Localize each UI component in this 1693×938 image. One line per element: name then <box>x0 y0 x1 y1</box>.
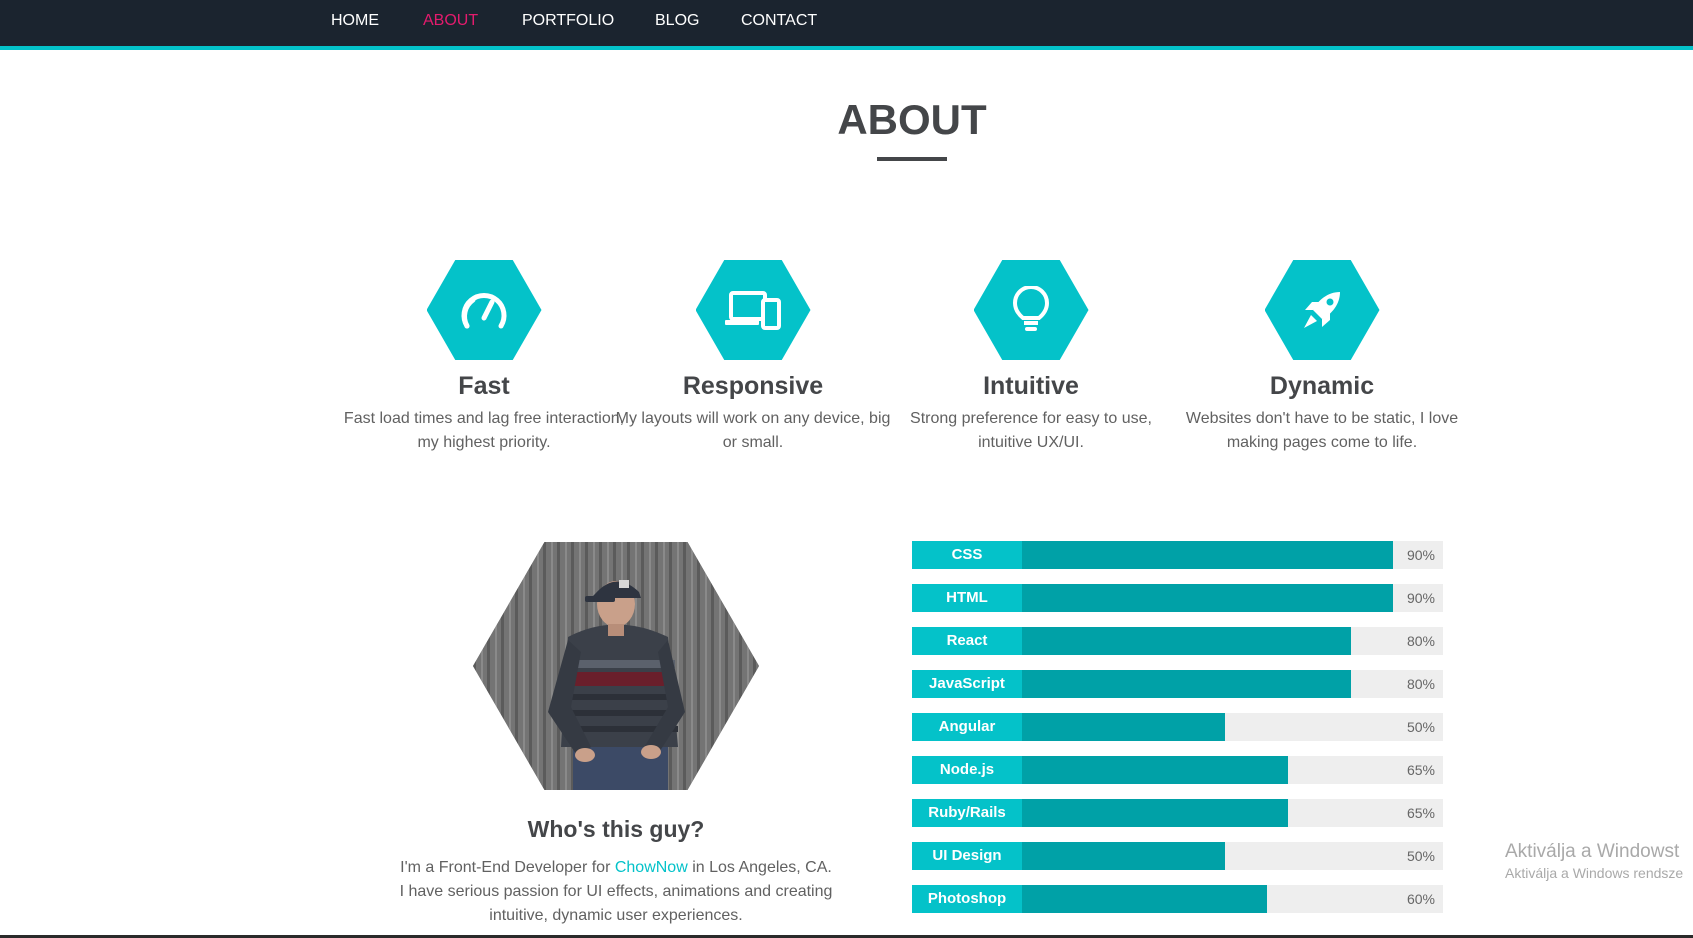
skill-bar-label: UI Design <box>912 842 1022 870</box>
feature-description: Fast load times and lag free interaction… <box>343 410 625 451</box>
skill-bar-label: CSS <box>912 541 1022 569</box>
feature-hexagon <box>973 260 1089 360</box>
feature-title: Dynamic <box>1269 372 1375 400</box>
skill-bar: React 80% <box>912 627 1443 655</box>
skill-bar-percent: 50% <box>1406 848 1435 864</box>
feature-hexagon <box>695 260 811 360</box>
bio-text: I'm a Front-End Developer for <box>400 859 615 876</box>
skill-bar-percent: 90% <box>1406 547 1435 563</box>
skill-bar-percent: 65% <box>1406 805 1435 821</box>
skill-bar-percent: 80% <box>1406 676 1435 692</box>
skill-bar-label: HTML <box>912 584 1022 612</box>
bio-text: in Los Angeles, CA. <box>687 859 832 876</box>
nav-blog[interactable]: BLOG <box>655 12 699 30</box>
feature-intuitive: Intuitive Strong preference for easy to … <box>881 260 1181 455</box>
nav-contact[interactable]: CONTACT <box>741 12 817 30</box>
feature-hexagon <box>426 260 542 360</box>
windows-activation-watermark: Aktiválja a Windowst Aktiválja a Windows… <box>1505 841 1683 881</box>
lightbulb-icon <box>1013 286 1049 331</box>
skill-bar-label: JavaScript <box>912 670 1022 698</box>
feature-responsive: Responsive My layouts will work on any d… <box>603 260 903 455</box>
profile-bio: I'm a Front-End Developer for ChowNow in… <box>366 856 866 928</box>
skill-bar: Photoshop 60% <box>912 885 1443 913</box>
skill-bar-label: Ruby/Rails <box>912 799 1022 827</box>
skill-bar-percent: 65% <box>1406 762 1435 778</box>
speedometer-icon <box>461 293 507 329</box>
skill-bar-percent: 80% <box>1406 633 1435 649</box>
bio-text: intuitive, dynamic user experiences. <box>489 907 743 924</box>
skill-bar-percent: 50% <box>1406 719 1435 735</box>
feature-description: Strong preference for easy to use, intui… <box>910 410 1152 451</box>
skill-bar-label: React <box>912 627 1022 655</box>
bio-text: I have serious passion for UI effects, a… <box>399 883 833 900</box>
chownow-link[interactable]: ChowNow <box>615 859 688 876</box>
skill-bar-label: Node.js <box>912 756 1022 784</box>
nav-portfolio[interactable]: PORTFOLIO <box>522 12 614 30</box>
skill-bar: UI Design 50% <box>912 842 1443 870</box>
devices-icon <box>725 291 781 330</box>
skill-bar-label: Photoshop <box>912 885 1022 913</box>
profile-title: Who's this guy? <box>527 816 705 842</box>
title-underline <box>877 157 947 161</box>
feature-title: Intuitive <box>983 372 1079 400</box>
rocket-icon <box>1304 292 1340 328</box>
watermark-line: Aktiválja a Windows rendsze <box>1505 865 1684 881</box>
profile-photo-illustration <box>473 542 759 790</box>
skill-bar: Node.js 65% <box>912 756 1443 784</box>
skill-bar: Angular 50% <box>912 713 1443 741</box>
top-navbar: HOME ABOUT PORTFOLIO BLOG CONTACT <box>0 0 1693 50</box>
profile-photo <box>473 542 759 790</box>
section-title: ABOUT <box>837 96 987 143</box>
feature-fast: Fast Fast load times and lag free intera… <box>334 260 634 455</box>
skill-bar: JavaScript 80% <box>912 670 1443 698</box>
nav-home[interactable]: HOME <box>331 12 379 30</box>
skill-bar: CSS 90% <box>912 541 1443 569</box>
feature-description: My layouts will work on any device, big … <box>615 410 891 451</box>
feature-description: Websites don't have to be static, I love… <box>1185 410 1459 451</box>
skill-bar-percent: 90% <box>1406 590 1435 606</box>
feature-title: Fast <box>458 372 510 400</box>
skill-bar-percent: 60% <box>1406 891 1435 907</box>
feature-hexagon <box>1264 260 1380 360</box>
feature-dynamic: Dynamic Websites don't have to be static… <box>1172 260 1472 455</box>
skill-bar-label: Angular <box>912 713 1022 741</box>
watermark-line: Aktiválja a Windowst <box>1505 841 1680 862</box>
skill-bar: HTML 90% <box>912 584 1443 612</box>
skill-bar: Ruby/Rails 65% <box>912 799 1443 827</box>
feature-title: Responsive <box>682 372 824 400</box>
nav-about[interactable]: ABOUT <box>423 12 478 30</box>
